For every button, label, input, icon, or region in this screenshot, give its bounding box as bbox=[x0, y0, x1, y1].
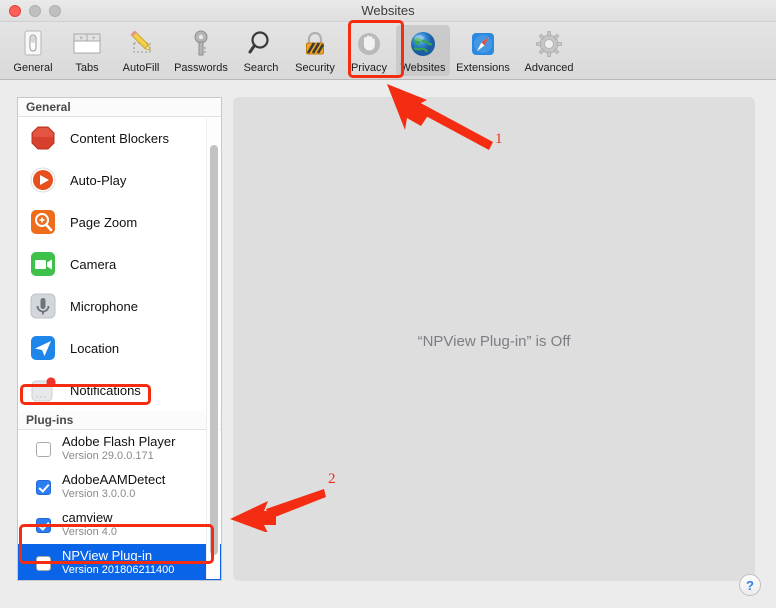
tabs-icon: × + bbox=[71, 28, 103, 60]
toolbar-label: Tabs bbox=[75, 62, 99, 74]
sidebar-item-microphone[interactable]: Microphone bbox=[18, 285, 221, 327]
search-icon bbox=[245, 28, 277, 60]
svg-text:×: × bbox=[80, 36, 84, 42]
extensions-icon bbox=[467, 28, 499, 60]
preferences-toolbar: General × + Tabs AutoFill Passwords Sear… bbox=[0, 22, 776, 80]
toolbar-item-search[interactable]: Search bbox=[234, 25, 288, 76]
plugin-version: Version 4.0 bbox=[62, 526, 118, 539]
toolbar-item-privacy[interactable]: Privacy bbox=[342, 25, 396, 76]
toolbar-item-extensions[interactable]: Extensions bbox=[450, 25, 516, 76]
plugin-status-message: “NPView Plug-in” is Off bbox=[417, 333, 571, 350]
plugin-text: camview Version 4.0 bbox=[62, 510, 118, 539]
notifications-icon bbox=[28, 375, 58, 405]
plugin-version: Version 29.0.0.171 bbox=[62, 450, 154, 463]
plugin-row-adobeaamdetect[interactable]: AdobeAAMDetect Version 3.0.0.0 bbox=[18, 468, 221, 506]
sidebar-scrollbar[interactable] bbox=[206, 118, 220, 579]
microphone-icon bbox=[28, 291, 58, 321]
sidebar-item-label: Notifications bbox=[70, 382, 141, 398]
advanced-icon bbox=[533, 28, 565, 60]
sidebar-item-label: Page Zoom bbox=[70, 214, 138, 230]
toolbar-item-advanced[interactable]: Advanced bbox=[516, 25, 582, 76]
toolbar-item-autofill[interactable]: AutoFill bbox=[114, 25, 168, 76]
security-icon bbox=[299, 28, 331, 60]
toolbar-label: Extensions bbox=[456, 62, 510, 74]
websites-detail-panel: “NPView Plug-in” is Off bbox=[233, 97, 755, 581]
location-icon bbox=[28, 333, 58, 363]
toolbar-label: Privacy bbox=[350, 62, 388, 74]
toolbar-label: Security bbox=[295, 62, 335, 74]
sidebar-item-label: Camera bbox=[70, 256, 117, 272]
sidebar-item-label: Location bbox=[70, 340, 120, 356]
plugin-name: AdobeAAMDetect bbox=[62, 472, 166, 488]
plugin-checkbox[interactable] bbox=[36, 441, 51, 457]
toolbar-label: Passwords bbox=[174, 62, 228, 74]
passwords-icon bbox=[185, 28, 217, 60]
toolbar-item-general[interactable]: General bbox=[6, 25, 60, 76]
content-blockers-icon bbox=[28, 123, 58, 153]
toolbar-label: Search bbox=[243, 62, 279, 74]
toolbar-item-passwords[interactable]: Passwords bbox=[168, 25, 234, 76]
plugin-text: NPView Plug-in Version 201806211400 bbox=[62, 548, 175, 577]
toolbar-item-tabs[interactable]: × + Tabs bbox=[60, 25, 114, 76]
sidebar-item-label: Auto-Play bbox=[70, 172, 127, 188]
privacy-icon bbox=[353, 28, 385, 60]
sidebar-item-auto-play[interactable]: Auto-Play bbox=[18, 159, 221, 201]
plugin-version: Version 201806211400 bbox=[62, 564, 175, 577]
toolbar-label: Advanced bbox=[524, 62, 574, 74]
sidebar-item-location[interactable]: Location bbox=[18, 327, 221, 369]
toolbar-label: Websites bbox=[400, 62, 446, 74]
sidebar-item-page-zoom[interactable]: Page Zoom bbox=[18, 201, 221, 243]
plugin-name: NPView Plug-in bbox=[62, 548, 153, 564]
websites-icon bbox=[407, 28, 439, 60]
toolbar-label: General bbox=[13, 62, 53, 74]
annotation-number-2: 2 bbox=[328, 471, 336, 487]
sidebar-item-camera[interactable]: Camera bbox=[18, 243, 221, 285]
plugin-text: Adobe Flash Player Version 29.0.0.171 bbox=[62, 434, 176, 463]
toolbar-item-security[interactable]: Security bbox=[288, 25, 342, 76]
sidebar-group-plugins: Plug-ins bbox=[18, 411, 221, 430]
sidebar-item-label: Content Blockers bbox=[70, 130, 169, 146]
preferences-body: General Content Blockers Auto-Play Page … bbox=[0, 80, 776, 608]
title-bar: Websites bbox=[0, 0, 776, 22]
plugin-name: camview bbox=[62, 510, 113, 526]
autofill-icon bbox=[125, 28, 157, 60]
plugin-text: AdobeAAMDetect Version 3.0.0.0 bbox=[62, 472, 166, 501]
websites-sidebar: General Content Blockers Auto-Play Page … bbox=[17, 97, 222, 581]
annotation-number-1: 1 bbox=[495, 131, 503, 147]
plugin-checkbox[interactable] bbox=[36, 555, 51, 571]
window-title: Websites bbox=[361, 3, 415, 18]
help-button[interactable]: ? bbox=[739, 574, 761, 596]
auto-play-icon bbox=[28, 165, 58, 195]
safari-preferences-window: Websites General × + Tabs AutoFill Passw… bbox=[0, 0, 776, 608]
svg-text:+: + bbox=[92, 36, 96, 42]
plugin-checkbox[interactable] bbox=[36, 517, 51, 533]
plugin-row-camview[interactable]: camview Version 4.0 bbox=[18, 506, 221, 544]
plugin-version: Version 3.0.0.0 bbox=[62, 488, 136, 501]
toolbar-label: AutoFill bbox=[122, 62, 160, 74]
toolbar-item-websites[interactable]: Websites bbox=[396, 25, 450, 76]
sidebar-item-notifications[interactable]: Notifications bbox=[18, 369, 221, 411]
camera-icon bbox=[28, 249, 58, 279]
plugin-name: Adobe Flash Player bbox=[62, 434, 176, 450]
sidebar-scrollbar-thumb[interactable] bbox=[210, 145, 218, 555]
plugin-row-adobe-flash-player[interactable]: Adobe Flash Player Version 29.0.0.171 bbox=[18, 430, 221, 468]
page-zoom-icon bbox=[28, 207, 58, 237]
sidebar-item-content-blockers[interactable]: Content Blockers bbox=[18, 117, 221, 159]
plugin-checkbox[interactable] bbox=[36, 479, 51, 495]
plugin-row-npview-plug-in[interactable]: NPView Plug-in Version 201806211400 bbox=[18, 544, 221, 580]
general-icon bbox=[17, 28, 49, 60]
sidebar-item-label: Microphone bbox=[70, 298, 138, 314]
sidebar-group-general: General bbox=[18, 98, 221, 117]
